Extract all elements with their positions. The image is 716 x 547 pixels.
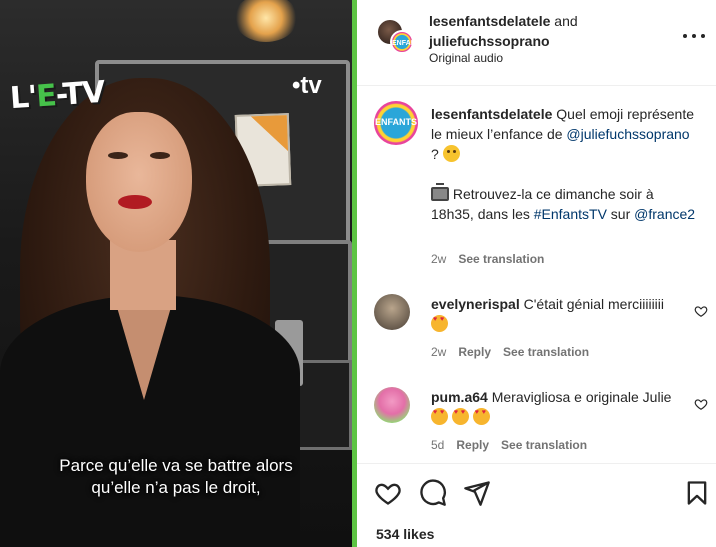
person-eye xyxy=(150,152,170,159)
caption-timestamp: 2w xyxy=(431,252,447,266)
network-logo: •tv xyxy=(292,72,322,99)
post-caption: lesenfantsdelatele Quel emoji représente… xyxy=(431,106,696,222)
commenter-avatar[interactable] xyxy=(374,294,410,330)
caption-meta: 2w See translation xyxy=(431,252,544,266)
author-username[interactable]: lesenfantsdelatele xyxy=(429,13,550,29)
commenter-avatar[interactable] xyxy=(374,387,410,423)
comment-item: evelynerispal C'était génial merciiiiiii… xyxy=(431,294,676,334)
caption-username[interactable]: lesenfantsdelatele xyxy=(431,106,552,122)
person-face xyxy=(86,112,192,252)
television-emoji-icon xyxy=(431,183,449,201)
heart-eyes-emoji-icon xyxy=(472,408,490,425)
comment-timestamp: 5d xyxy=(431,438,445,452)
actions-divider xyxy=(357,463,716,464)
caption-author-avatar[interactable]: ENFANTS xyxy=(374,101,418,145)
video-subtitle: Parce qu’elle va se battre alors xyxy=(59,456,293,475)
video-subtitle: qu’elle n’a pas le droit, xyxy=(91,478,261,497)
author-avatar[interactable]: ENFANTS xyxy=(390,30,414,54)
post-details-panel: ENFANTS lesenfantsdelatele and juliefuch… xyxy=(357,0,716,547)
channel-logo: L'E-TV xyxy=(8,74,106,117)
audio-link[interactable]: Original audio xyxy=(429,51,503,65)
header-divider xyxy=(357,85,716,86)
person-eye xyxy=(108,152,128,159)
share-icon[interactable] xyxy=(463,479,491,507)
background-lamp xyxy=(234,0,298,42)
bookmark-icon[interactable] xyxy=(683,479,711,507)
see-translation-link[interactable]: See translation xyxy=(458,252,544,266)
heart-eyes-emoji-icon xyxy=(451,408,469,425)
heart-eyes-emoji-icon xyxy=(431,408,448,425)
heart-eyes-emoji-icon xyxy=(431,315,448,332)
authors-conjunction: and xyxy=(550,13,578,29)
reel-video[interactable]: L'E-TV •tv Parce qu’elle va se battre al… xyxy=(0,0,352,547)
reply-link[interactable]: Reply xyxy=(456,438,489,452)
like-comment-heart-icon[interactable] xyxy=(694,397,708,411)
caption-mention[interactable]: @juliefuchssoprano xyxy=(566,126,689,142)
comment-meta: 5d Reply See translation xyxy=(431,438,587,452)
likes-count[interactable]: 534 likes xyxy=(376,526,434,542)
comment-icon[interactable] xyxy=(419,479,447,507)
person-lips xyxy=(118,195,152,209)
caption-mention[interactable]: @france2 xyxy=(634,206,695,222)
comment-timestamp: 2w xyxy=(431,345,447,359)
collaborator-username[interactable]: juliefuchssoprano xyxy=(429,33,550,49)
comment-username[interactable]: pum.a64 xyxy=(431,389,488,405)
reply-link[interactable]: Reply xyxy=(458,345,491,359)
comment-username[interactable]: evelynerispal xyxy=(431,296,520,312)
see-translation-link[interactable]: See translation xyxy=(501,438,587,452)
heart-icon[interactable] xyxy=(374,479,402,507)
comment-meta: 2w Reply See translation xyxy=(431,345,589,359)
thinking-face-emoji-icon xyxy=(442,145,460,162)
see-translation-link[interactable]: See translation xyxy=(503,345,589,359)
like-comment-heart-icon[interactable] xyxy=(694,304,708,318)
more-options-icon[interactable] xyxy=(683,26,705,46)
caption-hashtag[interactable]: #EnfantsTV xyxy=(534,206,607,222)
comment-item: pum.a64 Meravigliosa e originale Julie xyxy=(431,387,676,427)
post-authors: lesenfantsdelatele and juliefuchssoprano xyxy=(429,11,578,51)
